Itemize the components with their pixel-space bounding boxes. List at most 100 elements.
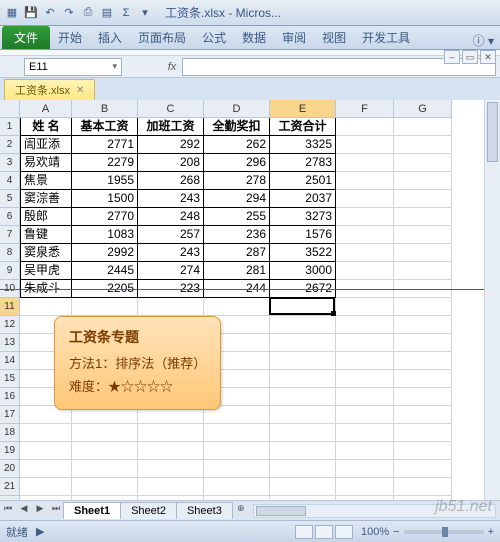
cell-C3[interactable]: 208 bbox=[138, 154, 204, 172]
row-header-13[interactable]: 13 bbox=[0, 334, 20, 352]
cell-D21[interactable] bbox=[204, 478, 270, 496]
cell-E5[interactable]: 2037 bbox=[270, 190, 336, 208]
cell-F12[interactable] bbox=[336, 316, 394, 334]
cell-E12[interactable] bbox=[270, 316, 336, 334]
grid-icon[interactable]: ▤ bbox=[99, 5, 115, 21]
cell-E11[interactable] bbox=[270, 298, 336, 316]
cell-E3[interactable]: 2783 bbox=[270, 154, 336, 172]
cell-G21[interactable] bbox=[394, 478, 452, 496]
cell-F15[interactable] bbox=[336, 370, 394, 388]
tab-formulas[interactable]: 公式 bbox=[194, 26, 234, 49]
zoom-out-icon[interactable]: − bbox=[393, 526, 399, 538]
cell-F5[interactable] bbox=[336, 190, 394, 208]
cell-G15[interactable] bbox=[394, 370, 452, 388]
tab-insert[interactable]: 插入 bbox=[90, 26, 130, 49]
row-header-12[interactable]: 12 bbox=[0, 316, 20, 334]
chevron-down-icon[interactable]: ▾ bbox=[112, 61, 117, 72]
cell-B18[interactable] bbox=[72, 424, 138, 442]
cell-G9[interactable] bbox=[394, 262, 452, 280]
row-header-8[interactable]: 8 bbox=[0, 244, 20, 262]
row-header-17[interactable]: 17 bbox=[0, 406, 20, 424]
cell-C19[interactable] bbox=[138, 442, 204, 460]
workbook-tab[interactable]: 工资条.xlsx ✕ bbox=[4, 79, 95, 100]
select-all-corner[interactable] bbox=[0, 100, 20, 118]
column-header-E[interactable]: E bbox=[270, 100, 336, 118]
cell-E16[interactable] bbox=[270, 388, 336, 406]
cell-E14[interactable] bbox=[270, 352, 336, 370]
cell-A11[interactable] bbox=[20, 298, 72, 316]
sheet-nav-prev[interactable]: ◀ bbox=[16, 503, 32, 519]
cell-C21[interactable] bbox=[138, 478, 204, 496]
row-header-19[interactable]: 19 bbox=[0, 442, 20, 460]
cell-C7[interactable]: 257 bbox=[138, 226, 204, 244]
view-pagelayout[interactable] bbox=[315, 525, 333, 539]
cell-C5[interactable]: 243 bbox=[138, 190, 204, 208]
cell-C20[interactable] bbox=[138, 460, 204, 478]
cell-B5[interactable]: 1500 bbox=[72, 190, 138, 208]
cell-F4[interactable] bbox=[336, 172, 394, 190]
fx-button[interactable]: fx bbox=[162, 61, 182, 73]
row-header-2[interactable]: 2 bbox=[0, 136, 20, 154]
cell-F17[interactable] bbox=[336, 406, 394, 424]
cell-E21[interactable] bbox=[270, 478, 336, 496]
excel-icon[interactable]: ▦ bbox=[4, 5, 20, 21]
cell-B3[interactable]: 2279 bbox=[72, 154, 138, 172]
cell-G14[interactable] bbox=[394, 352, 452, 370]
zoom-slider[interactable] bbox=[404, 530, 484, 534]
row-header-20[interactable]: 20 bbox=[0, 460, 20, 478]
cell-E15[interactable] bbox=[270, 370, 336, 388]
tab-review[interactable]: 审阅 bbox=[274, 26, 314, 49]
tab-pagelayout[interactable]: 页面布局 bbox=[130, 26, 194, 49]
row-header-15[interactable]: 15 bbox=[0, 370, 20, 388]
cell-C9[interactable]: 274 bbox=[138, 262, 204, 280]
cell-A1[interactable]: 姓 名 bbox=[20, 118, 72, 136]
row-header-9[interactable]: 9 bbox=[0, 262, 20, 280]
cell-F21[interactable] bbox=[336, 478, 394, 496]
cell-G11[interactable] bbox=[394, 298, 452, 316]
column-header-D[interactable]: D bbox=[204, 100, 270, 118]
callout-note[interactable]: 工资条专题 方法1：排序法（推荐） 难度：★☆☆☆☆ bbox=[54, 316, 221, 410]
cell-G2[interactable] bbox=[394, 136, 452, 154]
cell-E6[interactable]: 3273 bbox=[270, 208, 336, 226]
cell-D3[interactable]: 296 bbox=[204, 154, 270, 172]
cell-F8[interactable] bbox=[336, 244, 394, 262]
cell-G4[interactable] bbox=[394, 172, 452, 190]
spreadsheet-grid[interactable]: ABCDEFG 12345678910111213141516171819202… bbox=[0, 100, 500, 498]
cell-D11[interactable] bbox=[204, 298, 270, 316]
name-box[interactable]: E11 ▾ bbox=[24, 58, 122, 76]
row-header-3[interactable]: 3 bbox=[0, 154, 20, 172]
cell-E18[interactable] bbox=[270, 424, 336, 442]
column-header-C[interactable]: C bbox=[138, 100, 204, 118]
cell-B11[interactable] bbox=[72, 298, 138, 316]
cell-G1[interactable] bbox=[394, 118, 452, 136]
cell-E4[interactable]: 2501 bbox=[270, 172, 336, 190]
cell-F3[interactable] bbox=[336, 154, 394, 172]
cell-F19[interactable] bbox=[336, 442, 394, 460]
cell-G18[interactable] bbox=[394, 424, 452, 442]
scroll-thumb[interactable] bbox=[487, 102, 498, 162]
cell-G13[interactable] bbox=[394, 334, 452, 352]
cell-B9[interactable]: 2445 bbox=[72, 262, 138, 280]
row-headers[interactable]: 1234567891011121314151617181920212223 bbox=[0, 118, 20, 532]
cell-A6[interactable]: 殷郎 bbox=[20, 208, 72, 226]
sheet-nav-next[interactable]: ▶ bbox=[32, 503, 48, 519]
row-header-6[interactable]: 6 bbox=[0, 208, 20, 226]
cell-E19[interactable] bbox=[270, 442, 336, 460]
row-header-11[interactable]: 11 bbox=[0, 298, 20, 316]
row-header-21[interactable]: 21 bbox=[0, 478, 20, 496]
cell-B7[interactable]: 1083 bbox=[72, 226, 138, 244]
view-normal[interactable] bbox=[295, 525, 313, 539]
sheet-nav-last[interactable]: ⏭ bbox=[48, 503, 64, 519]
cell-G6[interactable] bbox=[394, 208, 452, 226]
zoom-control[interactable]: 100% − + bbox=[361, 526, 494, 538]
cell-D7[interactable]: 236 bbox=[204, 226, 270, 244]
cell-D1[interactable]: 全勤奖扣 bbox=[204, 118, 270, 136]
cell-F2[interactable] bbox=[336, 136, 394, 154]
scroll-thumb[interactable] bbox=[256, 506, 306, 516]
close-icon[interactable]: ✕ bbox=[76, 85, 84, 96]
cell-F16[interactable] bbox=[336, 388, 394, 406]
cell-E8[interactable]: 3522 bbox=[270, 244, 336, 262]
cell-A7[interactable]: 鲁键 bbox=[20, 226, 72, 244]
view-pagebreak[interactable] bbox=[335, 525, 353, 539]
cell-E20[interactable] bbox=[270, 460, 336, 478]
